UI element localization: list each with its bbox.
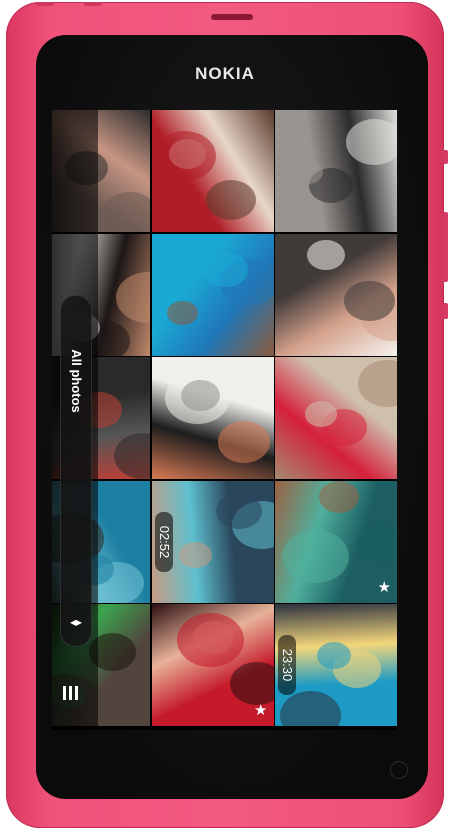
photo-thumbnail[interactable]: [151, 233, 274, 356]
photo-thumbnail[interactable]: 23:30: [275, 604, 397, 726]
photo-thumbnail[interactable]: ★: [275, 480, 397, 603]
photo-thumbnail[interactable]: [275, 110, 397, 232]
up-down-arrows-icon: ◂▸: [69, 615, 83, 629]
volume-rocker[interactable]: [442, 212, 448, 282]
view-selector[interactable]: All photos ◂▸: [60, 295, 92, 647]
power-button[interactable]: [36, 2, 54, 6]
photo-thumbnail[interactable]: [151, 110, 274, 232]
star-icon: ★: [254, 702, 268, 719]
photo-thumbnail[interactable]: [275, 233, 397, 356]
photo-thumbnail[interactable]: [275, 357, 397, 479]
gallery-sidebar: All photos ◂▸: [52, 110, 98, 730]
photo-thumbnail[interactable]: ★: [151, 604, 274, 726]
star-icon: ★: [377, 578, 391, 596]
view-title: All photos: [69, 349, 84, 413]
menu-icon[interactable]: [63, 682, 87, 706]
photo-thumbnail[interactable]: [151, 357, 274, 479]
photo-thumbnail[interactable]: 02:52: [151, 480, 274, 603]
camera-button[interactable]: [442, 303, 448, 319]
brand-logo: NOKIA: [195, 64, 255, 83]
volume-up-button[interactable]: [442, 150, 448, 164]
video-duration: 02:52: [154, 511, 173, 572]
earpiece: [211, 14, 253, 20]
photo-grid: 02:52 ★ ★ 23:30: [52, 110, 397, 730]
top-button[interactable]: [84, 2, 102, 6]
gallery-screen: 02:52 ★ ★ 23:30 All photos ◂▸: [52, 110, 397, 730]
video-duration: 23:30: [278, 635, 296, 695]
home-button-icon[interactable]: [390, 761, 408, 779]
